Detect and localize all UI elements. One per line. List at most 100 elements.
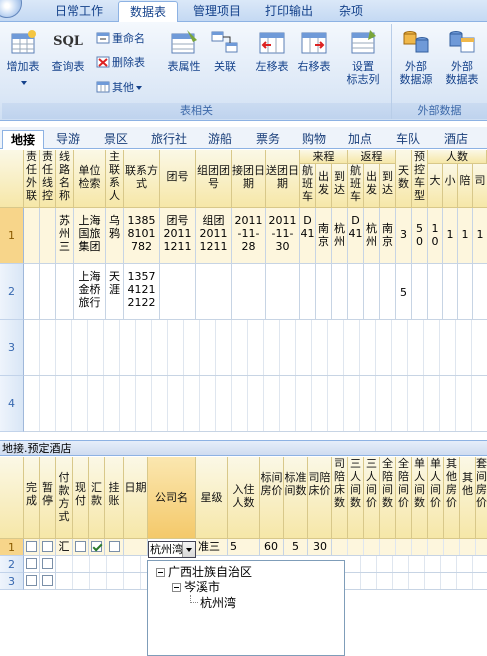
col-header-recv-date[interactable]: 接团日期 <box>232 150 266 208</box>
cell-send-date[interactable]: 2011 -11- 30 <box>266 208 300 264</box>
col-header-fullescort-price[interactable]: 全陪间价 <box>396 457 412 539</box>
empty-row-cells[interactable] <box>56 556 147 573</box>
row-number[interactable]: 4 <box>0 376 24 432</box>
cash-checkbox[interactable] <box>75 540 86 552</box>
cell-come-to[interactable]: 杭州 <box>332 208 348 264</box>
col-header-guide[interactable]: 陪 <box>458 164 473 208</box>
company-combobox[interactable]: 杭州湾 <box>148 541 196 558</box>
ribbon-tab-misc[interactable]: 杂项 <box>330 1 372 22</box>
cell-paymethod[interactable]: 汇 <box>56 539 73 556</box>
col-header-route[interactable]: 线路名称 <box>56 150 74 208</box>
cell-phone[interactable]: 1385 8101 782 <box>124 208 160 264</box>
col-header-contact[interactable]: 主联系人 <box>106 150 124 208</box>
col-header-days[interactable]: 天数 <box>396 150 412 208</box>
col-header-star[interactable]: 星级 <box>196 457 228 539</box>
relate-button[interactable]: 关联 <box>208 28 242 73</box>
cell-star[interactable]: 准三 <box>196 539 228 556</box>
external-datasource-button[interactable]: 外部 数据源 <box>394 28 438 86</box>
pause-checkbox-cell[interactable] <box>40 573 56 590</box>
cell-back-from[interactable] <box>364 264 380 320</box>
cell-big[interactable] <box>428 264 443 320</box>
cell-car[interactable]: 5 0 <box>412 208 428 264</box>
done-checkbox-cell[interactable] <box>24 573 40 590</box>
done-checkbox[interactable] <box>26 540 37 552</box>
move-table-left-button[interactable]: 左移表 <box>252 28 292 73</box>
row-number[interactable]: 1 <box>0 208 24 264</box>
cell-guide[interactable] <box>458 264 473 320</box>
col-header-triple-price[interactable]: 三人间价 <box>364 457 380 539</box>
cell-contact[interactable]: 天涯 <box>106 264 124 320</box>
col-header-come-from[interactable]: 出发 <box>316 164 332 208</box>
region-tree-dropdown[interactable]: 广西壮族自治区 岑溪市 杭州湾 <box>147 560 345 656</box>
remit-checkbox[interactable] <box>91 540 102 552</box>
done-checkbox-cell[interactable] <box>24 539 40 556</box>
col-header-linectl[interactable]: 责任线控 <box>40 150 56 208</box>
pause-checkbox[interactable] <box>42 540 53 552</box>
col-header-groupno[interactable]: 团号 <box>160 150 196 208</box>
cell-driver[interactable]: 1 <box>473 208 487 264</box>
empty-row-cells[interactable] <box>345 573 487 590</box>
move-table-right-button[interactable]: 右移表 <box>294 28 334 73</box>
ribbon-tab-manage[interactable]: 管理项目 <box>186 1 248 22</box>
cell-unit[interactable]: 上海国旅集团 <box>74 208 106 264</box>
empty-row-cells[interactable] <box>24 320 487 376</box>
cell-guide[interactable]: 1 <box>458 208 473 264</box>
pause-checkbox-cell[interactable] <box>40 556 56 573</box>
cell-std-price[interactable]: 60 <box>260 539 284 556</box>
ribbon-tab-print[interactable]: 打印输出 <box>256 1 322 22</box>
cell-small[interactable] <box>443 264 458 320</box>
cell-groupno[interactable]: 团号 2011 1211 <box>160 208 196 264</box>
cell-phone[interactable]: 1357 4121 2122 <box>124 264 160 320</box>
cell-contact[interactable]: 乌鸦 <box>106 208 124 264</box>
cell-back-to[interactable]: 南京 <box>380 208 396 264</box>
col-header-escort-count[interactable]: 司陪床数 <box>332 457 348 539</box>
col-header-single-price[interactable]: 单人间价 <box>428 457 444 539</box>
office-orb-button[interactable] <box>0 0 22 18</box>
external-table-button[interactable]: 外部 数据表 <box>440 28 484 86</box>
cell-std-count[interactable]: 5 <box>284 539 308 556</box>
row-number[interactable]: 1 <box>0 539 24 556</box>
cell-orgno[interactable]: 组团 2011 1211 <box>196 208 232 264</box>
cash-checkbox-cell[interactable] <box>73 539 89 556</box>
cell-big[interactable]: 1 0 <box>428 208 443 264</box>
ribbon-tab-datatable[interactable]: 数据表 <box>118 1 178 23</box>
col-header-fullescort-count[interactable]: 全陪间数 <box>380 457 396 539</box>
tab-cruise[interactable]: 游船 <box>202 130 238 149</box>
empty-row-cells[interactable] <box>56 573 147 590</box>
ribbon-tab-daily[interactable]: 日常工作 <box>48 1 110 22</box>
cell-car[interactable] <box>412 264 428 320</box>
col-header-outreach[interactable]: 责任外联 <box>24 150 40 208</box>
pause-checkbox-cell[interactable] <box>40 539 56 556</box>
col-header-escort-price[interactable]: 司陪床价 <box>308 457 332 539</box>
cell-driver[interactable] <box>473 264 487 320</box>
col-header-back-from[interactable]: 出发 <box>364 164 380 208</box>
dijie-grid[interactable]: 责任外联 责任线控 线路名称 单位检索 主联系人 联系方式 团号 组团团号 接团… <box>0 150 487 438</box>
col-header-remit[interactable]: 汇款 <box>89 457 105 539</box>
tab-extra[interactable]: 加点 <box>342 130 378 149</box>
done-checkbox[interactable] <box>26 574 37 586</box>
col-header-other-price[interactable]: 其他房价 <box>444 457 460 539</box>
col-header-cash[interactable]: 现付 <box>73 457 89 539</box>
cell-date[interactable] <box>124 539 148 556</box>
col-header-date[interactable]: 日期 <box>124 457 148 539</box>
col-header-done[interactable]: 完成 <box>24 457 40 539</box>
col-header-driver[interactable]: 司 <box>473 164 487 208</box>
add-table-button[interactable]: 增加表 <box>4 28 42 89</box>
tab-dijie[interactable]: 地接 <box>2 130 44 149</box>
chevron-down-icon[interactable] <box>182 542 195 557</box>
col-header-std-price[interactable]: 标间房价 <box>260 457 284 539</box>
col-header-phone[interactable]: 联系方式 <box>124 150 160 208</box>
row-number[interactable]: 2 <box>0 556 24 573</box>
tab-fleet[interactable]: 车队 <box>390 130 426 149</box>
col-header-back-flight[interactable]: 航班车 <box>348 164 364 208</box>
tab-ticket[interactable]: 票务 <box>250 130 286 149</box>
cell-recv-date[interactable] <box>232 264 266 320</box>
cell-route[interactable]: 苏州三 <box>56 208 74 264</box>
done-checkbox-cell[interactable] <box>24 556 40 573</box>
col-header-orgno[interactable]: 组团团号 <box>196 150 232 208</box>
row-number[interactable]: 2 <box>0 264 24 320</box>
row-number[interactable]: 3 <box>0 320 24 376</box>
cell-come-flight[interactable] <box>300 264 316 320</box>
rename-button[interactable]: 重命名 <box>96 30 145 48</box>
col-header-back-to[interactable]: 到达 <box>380 164 396 208</box>
